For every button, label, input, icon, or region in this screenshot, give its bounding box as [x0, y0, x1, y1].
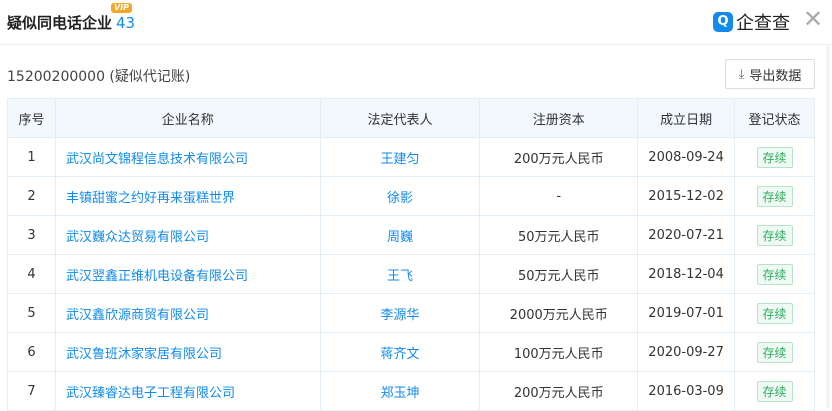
column-header: 法定代表人 — [319, 98, 481, 138]
table-row: 3 武汉巍众达贸易有限公司 周巍 50万元人民币 2020-07-21 存续 — [7, 215, 815, 255]
phone-subtitle: 15200200000 (疑似代记账) — [7, 69, 191, 85]
status-badge: 存续 — [756, 341, 793, 363]
company-name-link[interactable]: 武汉鲁班沐家家居有限公司 — [54, 332, 321, 372]
company-table: 序号 企业名称 法定代表人 注册资本 成立日期 登记状态 1 武汉尚文锦程信息技术有限公司王… — [7, 98, 815, 411]
status-cell: 存续 — [734, 137, 815, 177]
status-badge: 存续 — [756, 302, 793, 324]
export-label: 导出数据 — [749, 67, 802, 83]
legal-rep-link[interactable]: 王建匀 — [319, 137, 481, 177]
column-header: 企业名称 — [54, 98, 321, 138]
legal-rep-link[interactable]: 王飞 — [319, 254, 481, 294]
status-cell: 存续 — [734, 332, 815, 372]
row-number: 7 — [7, 371, 56, 411]
legal-rep-link[interactable]: 李源华 — [319, 293, 481, 333]
dialog-header: 疑似同电话企业 43 VIP Q 企查查 ✕ — [0, 0, 832, 45]
registered-capital: 2000万元人民币 — [479, 293, 639, 333]
table-row: 6 武汉鲁班沐家家居有限公司 蒋齐文 100万元人民币 2020-09-27 存续 — [7, 332, 815, 372]
company-name-link[interactable]: 丰镇甜蜜之约好再来蛋糕世界 — [54, 176, 321, 216]
column-header: 序号 — [7, 98, 56, 138]
row-number: 3 — [7, 215, 56, 255]
legal-rep-link[interactable]: 蒋齐文 — [319, 332, 481, 372]
table-row: 4 武汉翌鑫正维机电设备有限公司 王飞 50万元人民币 2018-12-04 存续 — [7, 254, 815, 294]
table-row: 5 武汉鑫欣源商贸有限公司 李源华 2000万元人民币 2019-07-01 存续 — [7, 293, 815, 333]
registered-capital: 200万元人民币 — [479, 137, 639, 177]
company-name-link[interactable]: 武汉尚文锦程信息技术有限公司 — [54, 137, 321, 177]
status-badge: 存续 — [756, 380, 793, 402]
close-icon[interactable]: ✕ — [803, 6, 823, 32]
registered-capital: 50万元人民币 — [479, 215, 639, 255]
download-icon: ⤓ — [738, 66, 745, 81]
legal-rep-link[interactable]: 徐影 — [319, 176, 481, 216]
registered-capital: 50万元人民币 — [479, 254, 639, 294]
registered-capital: - — [479, 176, 639, 216]
founded-date: 2015-12-02 — [637, 176, 736, 216]
status-badge: 存续 — [756, 185, 793, 207]
status-badge: 存续 — [756, 146, 793, 168]
table-row: 1 武汉尚文锦程信息技术有限公司 王建匀 200万元人民币 2008-09-24 存续 — [7, 137, 815, 177]
result-count: 43 — [116, 14, 136, 32]
table-row: 2 丰镇甜蜜之约好再来蛋糕世界 徐影 -2015-12-02 存续 — [7, 176, 815, 216]
status-badge: 存续 — [756, 224, 793, 246]
brand-logo: Q 企查查 — [713, 9, 790, 35]
brand-name: 企查查 — [736, 13, 790, 34]
row-number: 4 — [7, 254, 56, 294]
column-header: 登记状态 — [734, 98, 815, 138]
qcc-logo-icon: Q — [713, 12, 733, 32]
row-number: 6 — [7, 332, 56, 372]
title-text: 疑似同电话企业 — [7, 14, 113, 32]
founded-date: 2008-09-24 — [637, 137, 736, 177]
row-number: 1 — [7, 137, 56, 177]
row-number: 5 — [7, 293, 56, 333]
table-row: 7 武汉臻睿达电子工程有限公司 郑玉坤 200万元人民币 2016-03-09 存续 — [7, 371, 815, 411]
scrollbar[interactable] — [826, 45, 830, 408]
status-cell: 存续 — [734, 176, 815, 216]
export-button[interactable]: ⤓ 导出数据 — [725, 59, 815, 89]
founded-date: 2020-07-21 — [637, 215, 736, 255]
founded-date: 2018-12-04 — [637, 254, 736, 294]
company-name-link[interactable]: 武汉翌鑫正维机电设备有限公司 — [54, 254, 321, 294]
dialog-title: 疑似同电话企业 43 — [7, 12, 135, 33]
legal-rep-link[interactable]: 周巍 — [319, 215, 481, 255]
registered-capital: 100万元人民币 — [479, 332, 639, 372]
founded-date: 2019-07-01 — [637, 293, 736, 333]
status-badge: 存续 — [756, 263, 793, 285]
row-number: 2 — [7, 176, 56, 216]
column-header: 注册资本 — [479, 98, 639, 138]
company-name-link[interactable]: 武汉鑫欣源商贸有限公司 — [54, 293, 321, 333]
vip-badge: VIP — [111, 3, 133, 13]
legal-rep-link[interactable]: 郑玉坤 — [319, 371, 481, 411]
founded-date: 2016-03-09 — [637, 371, 736, 411]
company-name-link[interactable]: 武汉巍众达贸易有限公司 — [54, 215, 321, 255]
status-cell: 存续 — [734, 371, 815, 411]
registered-capital: 200万元人民币 — [479, 371, 639, 411]
column-header: 成立日期 — [637, 98, 736, 138]
company-name-link[interactable]: 武汉臻睿达电子工程有限公司 — [54, 371, 321, 411]
status-cell: 存续 — [734, 215, 815, 255]
status-cell: 存续 — [734, 293, 815, 333]
status-cell: 存续 — [734, 254, 815, 294]
founded-date: 2020-09-27 — [637, 332, 736, 372]
